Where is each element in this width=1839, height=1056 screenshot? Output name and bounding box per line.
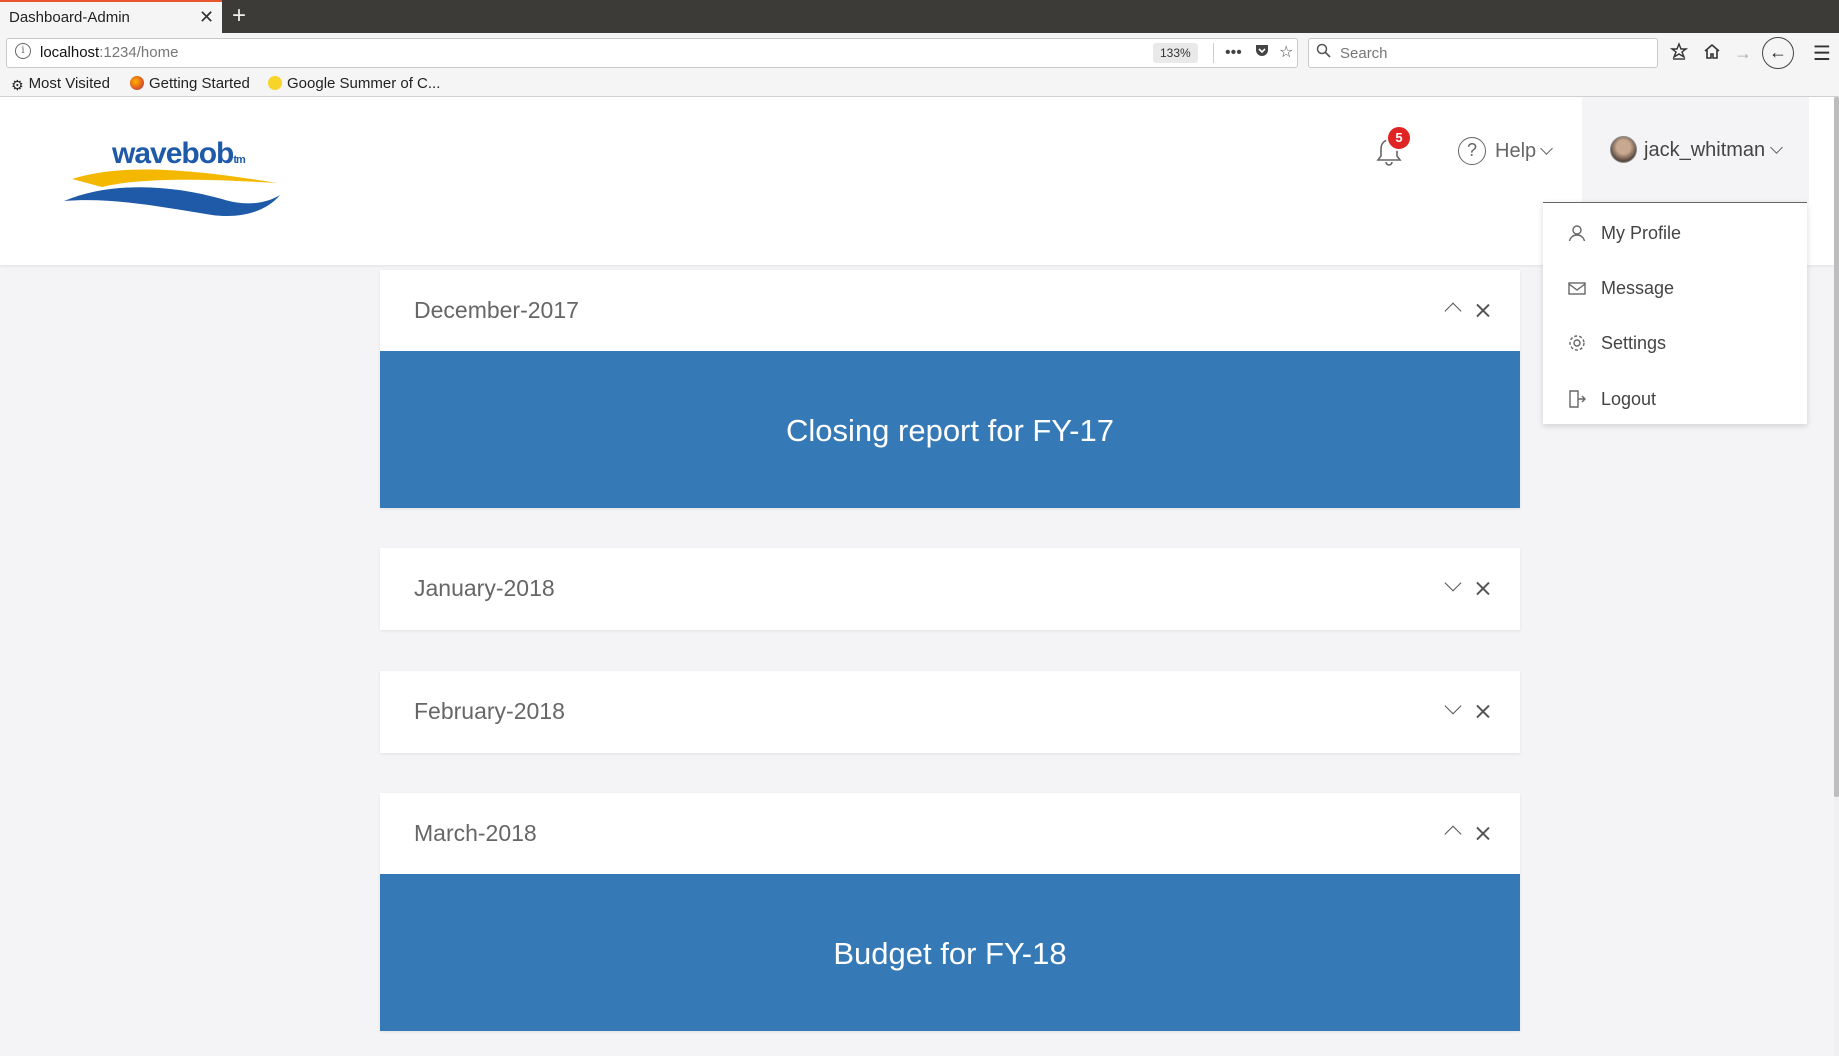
browser-nav-bar: i localhost:1234/home 133% ••• ☆ Search … (0, 33, 1839, 73)
browser-search-bar[interactable]: Search (1308, 38, 1658, 68)
logo-wave-icon (64, 169, 280, 217)
gear-icon (1568, 334, 1586, 352)
logout-icon (1568, 390, 1586, 408)
user-name: jack_whitman (1644, 139, 1766, 161)
url-divider (1213, 43, 1214, 63)
avatar (1610, 136, 1637, 163)
help-label: Help (1495, 140, 1537, 162)
bookmark-star-icon[interactable]: ☆ (1279, 42, 1293, 64)
card-title: February-2018 (414, 698, 565, 724)
menu-item-logout[interactable]: Logout (1543, 379, 1807, 423)
close-icon[interactable] (1475, 825, 1491, 841)
hamburger-menu-icon[interactable]: ☰ (1813, 41, 1831, 66)
menu-item-label: Message (1601, 278, 1675, 298)
menu-item-label: Logout (1601, 389, 1657, 409)
card-body-text: Budget for FY-18 (833, 936, 1067, 971)
card-title: December-2017 (414, 297, 579, 323)
page-scrollbar-thumb[interactable] (1834, 97, 1839, 797)
chevron-down-icon[interactable] (1444, 574, 1462, 592)
menu-item-label: My Profile (1601, 223, 1682, 243)
forward-arrow-icon[interactable]: → (1734, 42, 1752, 64)
sun-icon (268, 76, 282, 90)
site-info-icon[interactable]: i (15, 43, 31, 59)
card-title: March-2018 (414, 820, 537, 846)
gear-icon: ⚙ (11, 77, 24, 93)
card-december-2017: December-2017 Closing report for FY-17 (380, 270, 1520, 508)
user-menu-button[interactable]: jack_whitman (1582, 97, 1809, 203)
card-march-2018: March-2018 Budget for FY-18 (380, 793, 1520, 1031)
menu-item-message[interactable]: Message (1543, 268, 1807, 312)
url-bar[interactable]: i localhost:1234/home 133% ••• ☆ (6, 38, 1298, 68)
chevron-down-icon (1540, 142, 1553, 155)
card-body: Closing report for FY-17 (380, 351, 1520, 508)
back-button-icon[interactable]: ← (1762, 37, 1794, 69)
firefox-icon (130, 76, 144, 90)
user-dropdown-menu: My Profile Message Settings Logout (1543, 202, 1807, 424)
chevron-down-icon (1770, 141, 1783, 154)
card-title: January-2018 (414, 575, 555, 601)
search-icon (1316, 43, 1331, 62)
menu-item-settings[interactable]: Settings (1543, 323, 1807, 367)
card-body-text: Closing report for FY-17 (786, 413, 1114, 448)
zoom-level[interactable]: 133% (1153, 43, 1198, 63)
new-tab-button[interactable]: + (232, 2, 246, 30)
menu-item-my-profile[interactable]: My Profile (1543, 213, 1807, 257)
close-icon[interactable] (1475, 302, 1491, 318)
card-february-2018: February-2018 (380, 671, 1520, 753)
browser-tab-bar: Dashboard-Admin ✕ + (0, 0, 1839, 33)
library-icon[interactable] (1669, 42, 1689, 65)
menu-item-label: Settings (1601, 333, 1667, 353)
user-icon (1568, 224, 1586, 242)
tab-close-icon[interactable]: ✕ (199, 7, 214, 27)
page-actions-icon[interactable]: ••• (1225, 42, 1242, 64)
search-placeholder: Search (1340, 45, 1388, 62)
question-circle-icon: ? (1458, 137, 1486, 165)
chevron-down-icon[interactable] (1444, 697, 1462, 715)
logo-text: wavebobtm (112, 137, 246, 170)
home-icon[interactable] (1703, 42, 1721, 65)
browser-tab[interactable]: Dashboard-Admin ✕ (0, 0, 222, 33)
wavebob-logo[interactable]: wavebobtm (62, 137, 282, 227)
notification-count-badge[interactable]: 5 (1386, 125, 1412, 151)
pocket-icon[interactable] (1254, 42, 1270, 65)
close-icon[interactable] (1475, 703, 1491, 719)
close-icon[interactable] (1475, 580, 1491, 596)
bookmark-gsoc[interactable]: Google Summer of C... (268, 75, 440, 92)
url-text[interactable]: localhost:1234/home (40, 44, 178, 61)
bookmark-most-visited[interactable]: ⚙ Most Visited (11, 75, 110, 93)
bookmarks-toolbar: ⚙ Most Visited Getting Started Google Sum… (0, 73, 1839, 97)
card-january-2018: January-2018 (380, 548, 1520, 630)
tab-title: Dashboard-Admin (9, 9, 130, 26)
chevron-up-icon[interactable] (1444, 302, 1462, 320)
card-body: Budget for FY-18 (380, 874, 1520, 1031)
chevron-up-icon[interactable] (1444, 825, 1462, 843)
bookmark-getting-started[interactable]: Getting Started (130, 75, 250, 92)
envelope-icon (1568, 279, 1586, 297)
